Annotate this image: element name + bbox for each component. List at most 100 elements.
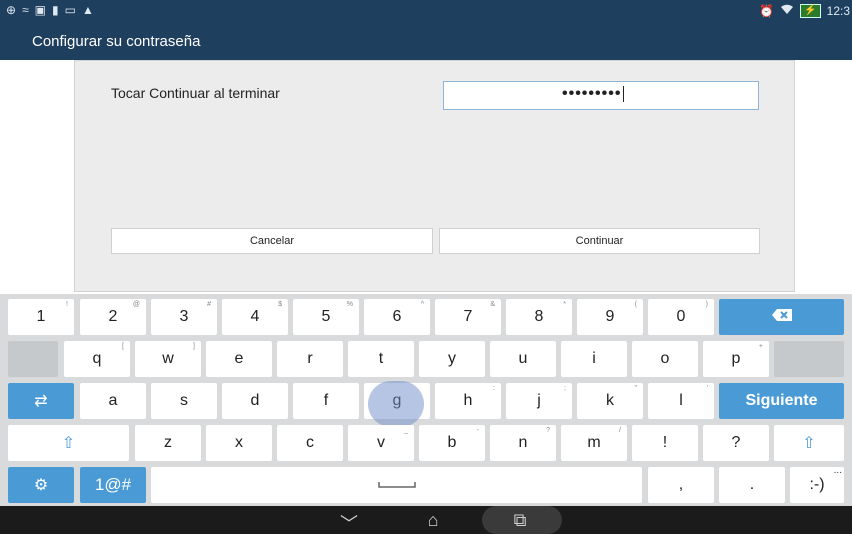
key-label: m	[587, 434, 601, 451]
key-label: o	[660, 350, 670, 367]
key-label: 8	[534, 308, 544, 325]
key-x[interactable]: x	[206, 425, 272, 461]
space-key[interactable]	[151, 467, 642, 503]
key-hint: [	[122, 343, 124, 350]
key-label: i	[592, 350, 596, 367]
key-3[interactable]: 3 #	[151, 299, 217, 335]
key-label: 9	[605, 308, 615, 325]
comma-key[interactable]: ,	[648, 467, 714, 503]
siguiente-key[interactable]: Siguiente	[719, 383, 844, 419]
key-hint: _	[404, 427, 408, 434]
key-4[interactable]: 4 $	[222, 299, 288, 335]
key-hint: !	[66, 301, 68, 308]
key-u[interactable]: u	[490, 341, 556, 377]
key-c[interactable]: c	[277, 425, 343, 461]
key-label: a	[108, 392, 118, 409]
key-s[interactable]: s	[151, 383, 217, 419]
key-label: u	[518, 350, 528, 367]
key-d[interactable]: d	[222, 383, 288, 419]
key-e[interactable]: e	[206, 341, 272, 377]
key-t[interactable]: t	[348, 341, 414, 377]
home-icon[interactable]: ⌂	[418, 510, 448, 531]
backspace-key[interactable]	[719, 299, 844, 335]
key-hint: &	[490, 301, 495, 308]
key-b[interactable]: b-	[419, 425, 485, 461]
period-key[interactable]: .	[719, 467, 785, 503]
password-mask: •••••••••	[562, 85, 622, 102]
tab-key[interactable]: ⇄	[8, 383, 74, 419]
key-p[interactable]: p +	[703, 341, 769, 377]
emoticon-key[interactable]: :-)...	[790, 465, 844, 503]
key-label: 7	[463, 308, 473, 325]
key-question[interactable]: ?	[703, 425, 769, 461]
key-6[interactable]: 6 ^	[364, 299, 430, 335]
key-n[interactable]: n?	[490, 425, 556, 461]
key-f[interactable]: f	[293, 383, 359, 419]
key-a[interactable]: a	[80, 383, 146, 419]
symbols-key[interactable]: 1@#	[80, 467, 146, 503]
system-navigation-bar: ﹀ ⌂ ⧉	[0, 506, 852, 534]
key-9[interactable]: 9(	[577, 299, 643, 335]
key-j[interactable]: j;	[506, 383, 572, 419]
key-label: l	[679, 392, 683, 409]
backspace-icon	[771, 308, 793, 327]
key-label: h	[463, 392, 473, 409]
key-label: v	[377, 434, 385, 451]
file-icon: ▮	[52, 3, 59, 17]
key-5[interactable]: 5%	[293, 299, 359, 335]
warning-icon: ▲	[81, 3, 94, 17]
key-8[interactable]: 8 *	[506, 299, 572, 335]
key-hint: $	[278, 301, 282, 308]
more-icon: ...	[833, 465, 842, 476]
continue-button[interactable]: Continuar	[439, 228, 760, 254]
key-m[interactable]: m /	[561, 425, 627, 461]
key-1[interactable]: 1!	[8, 299, 74, 335]
key-exclamation[interactable]: !	[632, 425, 698, 461]
key-label: 3	[179, 308, 189, 325]
password-field[interactable]: •••••••••	[443, 81, 759, 110]
key-label: !	[662, 434, 668, 451]
key-label: 0	[676, 308, 686, 325]
key-h[interactable]: h:	[435, 383, 501, 419]
key-v[interactable]: v _	[348, 425, 414, 461]
key-hint: ;	[564, 385, 566, 392]
key-label: z	[164, 434, 172, 451]
status-right-icons: ⏰ ⚡ 12:3	[759, 3, 850, 18]
key-label: c	[306, 434, 314, 451]
key-z[interactable]: z	[135, 425, 201, 461]
key-label: ?	[731, 434, 741, 451]
battery-icon: ⚡	[800, 3, 821, 18]
key-label: y	[448, 350, 456, 367]
key-label: e	[234, 350, 244, 367]
key-2[interactable]: 2 @	[80, 299, 146, 335]
tab-icon: ⇄	[34, 393, 48, 410]
key-7[interactable]: 7 &	[435, 299, 501, 335]
back-chevron-icon[interactable]: ﹀	[334, 510, 364, 536]
key-k[interactable]: k "	[577, 383, 643, 419]
key-i[interactable]: i	[561, 341, 627, 377]
cancel-button[interactable]: Cancelar	[111, 228, 433, 254]
key-label: k	[606, 392, 614, 409]
key-press-highlight	[368, 381, 424, 427]
row2-spacer-right	[774, 341, 844, 377]
key-o[interactable]: o	[632, 341, 698, 377]
key-hint: '	[706, 385, 708, 392]
key-w[interactable]: w]	[135, 341, 201, 377]
key-q[interactable]: q[	[64, 341, 130, 377]
status-left-icons: ⊕ ≈ ▣ ▮ ▭ ▲	[6, 3, 94, 17]
text-caret	[623, 85, 625, 102]
shift-key-right[interactable]: ⇧	[774, 425, 844, 461]
key-label: 4	[250, 308, 260, 325]
shift-icon: ⇧	[61, 435, 76, 452]
key-label: :-)	[809, 476, 825, 493]
key-r[interactable]: r	[277, 341, 343, 377]
key-hint: ]	[193, 343, 195, 350]
recents-icon[interactable]: ⧉	[505, 510, 535, 531]
key-l[interactable]: l '	[648, 383, 714, 419]
settings-key[interactable]: ⚙	[8, 467, 74, 503]
key-y[interactable]: y	[419, 341, 485, 377]
key-hint: ^	[420, 301, 424, 308]
shift-key-left[interactable]: ⇧	[8, 425, 129, 461]
key-0[interactable]: 0)	[648, 299, 714, 335]
key-hint: *	[563, 301, 566, 308]
